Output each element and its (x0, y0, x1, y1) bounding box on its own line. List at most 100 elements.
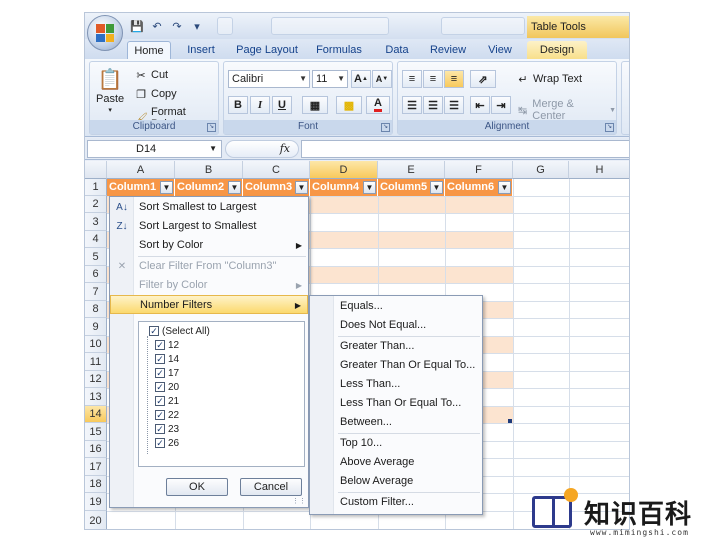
font-name-field[interactable]: Calibri ▼ (228, 70, 310, 88)
filter-dropdown-icon[interactable]: ▼ (430, 181, 443, 194)
tab-review[interactable]: Review (425, 41, 471, 59)
font-size-field[interactable]: 11 ▼ (312, 70, 348, 88)
table-resize-handle[interactable] (508, 419, 512, 423)
value-checkbox-item[interactable]: ✓ 17 (155, 366, 179, 380)
column-header-a[interactable]: A (107, 161, 175, 179)
column-header-d[interactable]: D (310, 161, 378, 179)
table-header-cell[interactable]: Column2 ▼ (175, 179, 243, 196)
paste-button[interactable]: 📋 Paste ▾ (96, 66, 124, 115)
shrink-font-button[interactable]: A ▼ (372, 70, 392, 88)
row-header[interactable]: 8 (85, 301, 107, 318)
filter-dropdown-icon[interactable]: ▼ (295, 181, 308, 194)
row-header[interactable]: 4 (85, 231, 107, 248)
number-filters-item[interactable]: Number Filters ▶ (110, 295, 308, 314)
row-header[interactable]: 15 (85, 423, 107, 441)
select-all-checkbox-item[interactable]: ✓ (Select All) (149, 324, 210, 338)
bold-button[interactable]: B (228, 96, 248, 114)
decrease-indent-button[interactable]: ⇤ (470, 96, 490, 114)
table-header-cell[interactable]: Column5 ▼ (378, 179, 445, 196)
filter-dropdown-icon[interactable]: ▼ (363, 181, 376, 194)
column-header-e[interactable]: E (378, 161, 445, 179)
fill-color-button[interactable]: ▩ (336, 96, 362, 114)
undo-icon[interactable]: ↶ (149, 18, 165, 34)
cancel-button[interactable]: Cancel (240, 478, 302, 496)
row-header[interactable]: 18 (85, 476, 107, 493)
column-header-c[interactable]: C (243, 161, 310, 179)
greater-than-or-equal-item[interactable]: Greater Than Or Equal To... (310, 356, 482, 375)
column-header-g[interactable]: G (513, 161, 569, 179)
row-header[interactable]: 19 (85, 493, 107, 511)
align-middle-button[interactable]: ≡ (423, 70, 443, 88)
value-checkbox-item[interactable]: ✓ 23 (155, 422, 179, 436)
row-header[interactable]: 9 (85, 318, 107, 336)
italic-button[interactable]: I (250, 96, 270, 114)
row-header[interactable]: 10 (85, 336, 107, 353)
row-header[interactable]: 17 (85, 458, 107, 476)
row-header[interactable]: 7 (85, 283, 107, 301)
save-icon[interactable]: 💾 (129, 18, 145, 34)
value-checkbox-item[interactable]: ✓ 21 (155, 394, 179, 408)
above-average-item[interactable]: Above Average (310, 453, 482, 472)
column-header-b[interactable]: B (175, 161, 243, 179)
tab-design[interactable]: Design (527, 41, 587, 59)
redo-icon[interactable]: ↷ (169, 18, 185, 34)
row-header[interactable]: 2 (85, 196, 107, 213)
clipboard-launcher-icon[interactable]: ↘ (207, 123, 216, 132)
tab-data[interactable]: Data (379, 41, 415, 59)
merge-center-button[interactable]: ↹ Merge & Center ▼ (516, 98, 616, 122)
row-header[interactable]: 3 (85, 213, 107, 231)
wrap-text-button[interactable]: ↵ Wrap Text (516, 72, 582, 86)
office-button[interactable] (87, 15, 123, 51)
top-10-item[interactable]: Top 10... (310, 434, 482, 453)
between-item[interactable]: Between... (310, 413, 482, 432)
sort-ascending-item[interactable]: A↓ Sort Smallest to Largest (110, 198, 308, 217)
align-top-button[interactable]: ≡ (402, 70, 422, 88)
font-launcher-icon[interactable]: ↘ (381, 123, 390, 132)
select-all-corner[interactable] (85, 161, 107, 179)
increase-indent-button[interactable]: ⇥ (491, 96, 511, 114)
formula-input[interactable] (301, 140, 629, 158)
sort-descending-item[interactable]: Z↓ Sort Largest to Smallest (110, 217, 308, 236)
table-header-cell[interactable]: Column6 ▼ (445, 179, 513, 196)
customize-qat-icon[interactable]: ▾ (189, 18, 205, 34)
less-than-or-equal-item[interactable]: Less Than Or Equal To... (310, 394, 482, 413)
row-header[interactable]: 6 (85, 266, 107, 283)
alignment-launcher-icon[interactable]: ↘ (605, 123, 614, 132)
align-right-button[interactable]: ☰ (444, 96, 464, 114)
value-checkbox-item[interactable]: ✓ 22 (155, 408, 179, 422)
tab-page-layout[interactable]: Page Layout (233, 41, 301, 59)
insert-function-button[interactable]: fx (280, 142, 290, 155)
row-header-selected[interactable]: 14 (85, 406, 107, 423)
below-average-item[interactable]: Below Average (310, 472, 482, 491)
filter-by-color-item[interactable]: Filter by Color ▶ (110, 276, 308, 295)
table-header-cell[interactable]: Column4 ▼ (310, 179, 378, 196)
align-left-button[interactable]: ☰ (402, 96, 422, 114)
table-header-cell[interactable]: Column3 ▼ (243, 179, 310, 196)
value-checkbox-item[interactable]: ✓ 12 (155, 338, 179, 352)
custom-filter-item[interactable]: Custom Filter... (310, 493, 482, 512)
does-not-equal-item[interactable]: Does Not Equal... (310, 316, 482, 335)
borders-button[interactable]: ▦ (302, 96, 328, 114)
table-header-cell[interactable]: Column1 ▼ (107, 179, 175, 196)
column-header-h[interactable]: H (569, 161, 629, 179)
filter-values-list[interactable]: ✓ (Select All) ✓ 12 ✓ 14 ✓ 17 ✓ 20 ✓ 21 (138, 321, 305, 467)
greater-than-item[interactable]: Greater Than... (310, 337, 482, 356)
value-checkbox-item[interactable]: ✓ 20 (155, 380, 179, 394)
filter-dropdown-icon[interactable]: ▼ (160, 181, 173, 194)
row-header[interactable]: 11 (85, 353, 107, 371)
equals-item[interactable]: Equals... (310, 297, 482, 316)
ok-button[interactable]: OK (166, 478, 228, 496)
row-header[interactable]: 16 (85, 441, 107, 458)
less-than-item[interactable]: Less Than... (310, 375, 482, 394)
align-center-button[interactable]: ☰ (423, 96, 443, 114)
underline-button[interactable]: U (272, 96, 292, 114)
value-checkbox-item[interactable]: ✓ 26 (155, 436, 179, 450)
tab-view[interactable]: View (481, 41, 519, 59)
row-header[interactable]: 13 (85, 388, 107, 406)
resize-grip-icon[interactable]: ⋮⋮ (292, 497, 306, 505)
tab-home[interactable]: Home (127, 41, 171, 59)
value-checkbox-item[interactable]: ✓ 14 (155, 352, 179, 366)
row-header[interactable]: 5 (85, 248, 107, 266)
row-header[interactable]: 1 (85, 179, 107, 196)
align-bottom-button[interactable]: ≡ (444, 70, 464, 88)
